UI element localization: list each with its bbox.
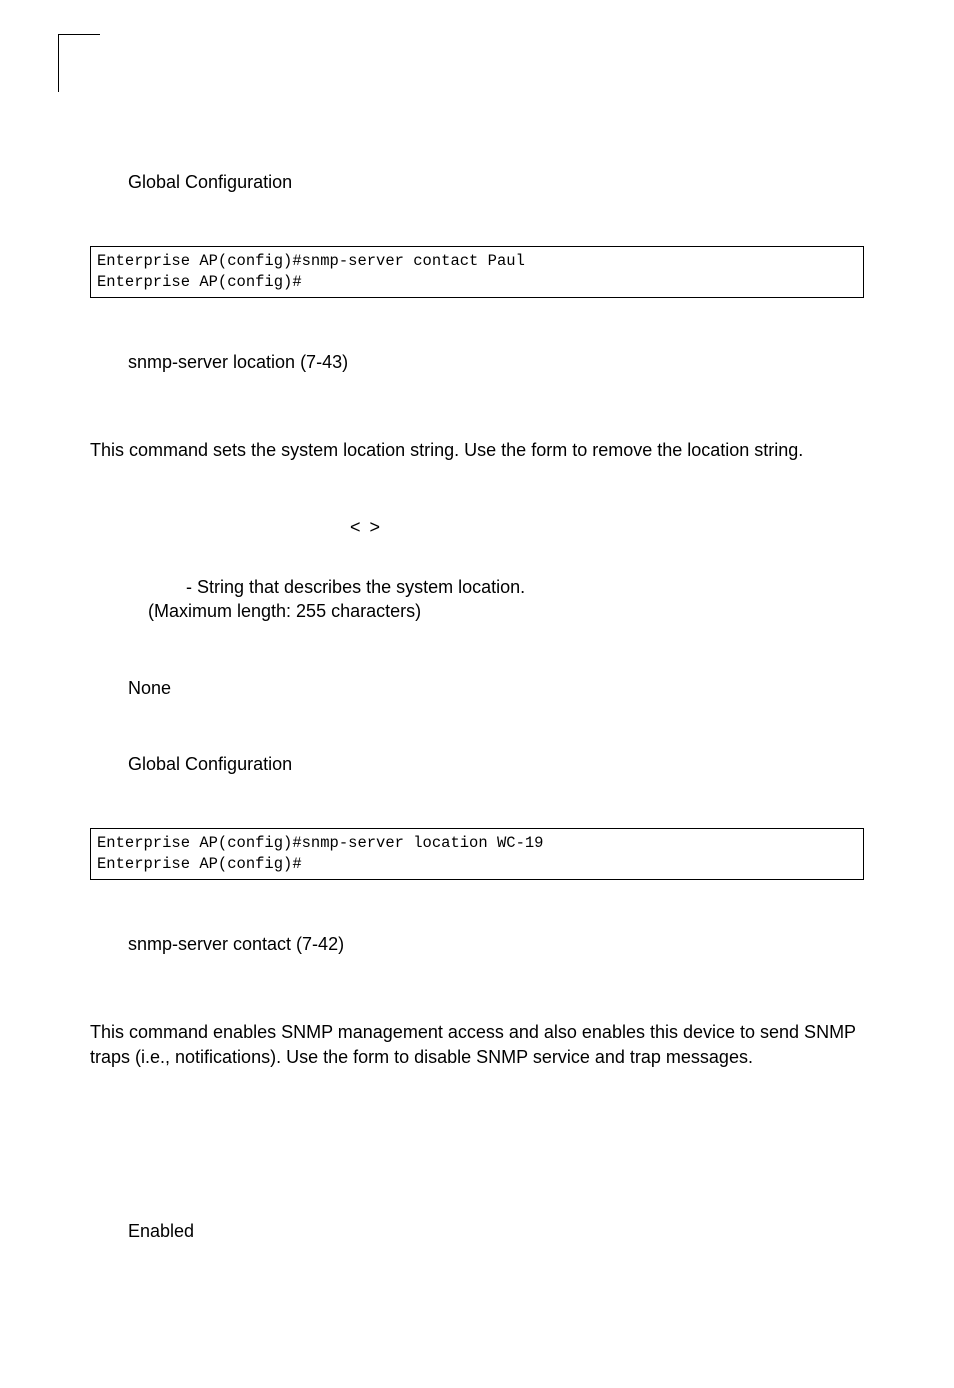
crop-mark: [58, 34, 100, 92]
desc3-post: form to disable SNMP service and trap me…: [353, 1047, 753, 1067]
desc-pre: This command sets the system location st…: [90, 440, 531, 460]
default-value-2: None: [128, 676, 864, 700]
desc-post: form to remove the location string.: [531, 440, 803, 460]
related-command-2: snmp-server contact (7-42): [128, 932, 864, 956]
default-value-3: Enabled: [128, 1219, 864, 1243]
command-mode-value: Global Configuration: [128, 170, 864, 194]
command-mode-value-2: Global Configuration: [128, 752, 864, 776]
param-description: - String that describes the system locat…: [90, 575, 864, 624]
enable-description: This command enables SNMP management acc…: [90, 1020, 864, 1069]
code-example-1: Enterprise AP(config)#snmp-server contac…: [90, 246, 864, 298]
param-line1: - String that describes the system locat…: [186, 577, 525, 597]
param-line2: (Maximum length: 255 characters): [148, 601, 421, 621]
related-command-1: snmp-server location (7-43): [128, 350, 864, 374]
syntax-symbols: < >: [350, 515, 864, 539]
location-description: This command sets the system location st…: [90, 438, 864, 462]
code-example-2: Enterprise AP(config)#snmp-server locati…: [90, 828, 864, 880]
